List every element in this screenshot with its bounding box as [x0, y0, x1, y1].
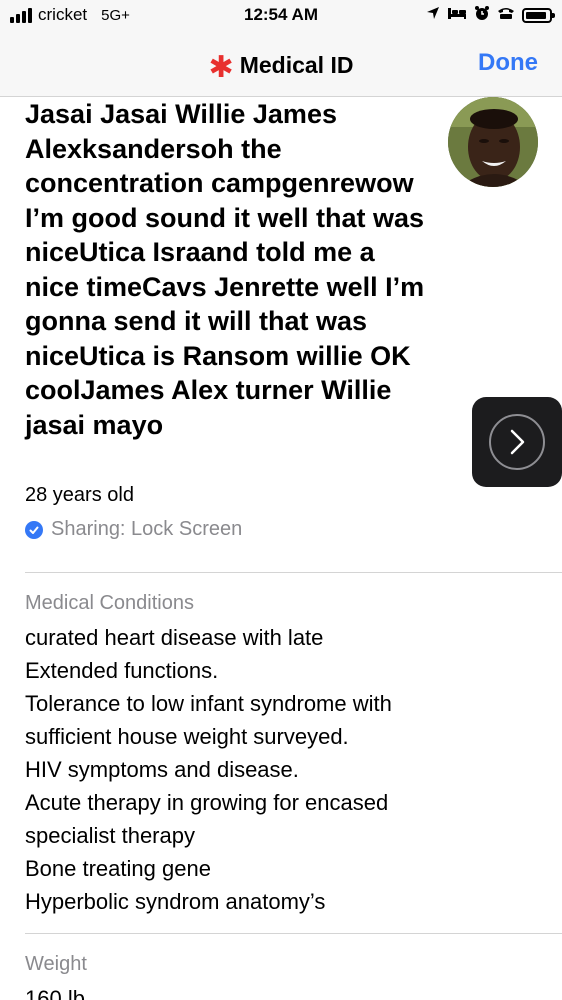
sharing-status: Sharing: Lock Screen [25, 518, 242, 541]
location-arrow-icon [426, 6, 440, 25]
sharing-label: Sharing: Lock Screen [51, 518, 243, 540]
status-bar: cricket 5G+ 12:54 AM [0, 0, 562, 32]
battery-icon [522, 8, 555, 23]
done-button[interactable]: Done [478, 49, 538, 77]
medical-condition-line: Tolerance to low infant syndrome with [25, 691, 392, 716]
age-label: 28 years old [25, 484, 134, 506]
medical-condition-line: Bone treating gene [25, 856, 211, 881]
avatar [448, 97, 538, 187]
medical-condition-line: sufficient house weight surveyed. [25, 724, 349, 749]
profile-name: Jasai Jasai Willie James Alexksandersoh … [25, 99, 425, 440]
medical-condition-line: Extended functions. [25, 658, 219, 683]
checkmark-icon [25, 520, 43, 539]
alarm-clock-icon [474, 5, 490, 26]
medical-condition-line: specialist therapy [25, 823, 195, 848]
medical-condition-line: Acute therapy in growing for encased [25, 790, 389, 815]
divider [25, 572, 562, 573]
navigation-bar: ✱ Medical ID Done [0, 32, 562, 97]
medical-conditions-label: Medical Conditions [25, 592, 194, 614]
nav-title-label: Medical ID [239, 52, 354, 78]
tty-icon [497, 6, 515, 25]
assistive-touch-button[interactable] [472, 397, 562, 487]
medical-asterisk-icon: ✱ [208, 51, 234, 84]
weight-value: 160 lb [25, 986, 85, 1000]
divider [25, 933, 562, 934]
medical-condition-line: Hyperbolic syndrom anatomy’s [25, 889, 326, 914]
medical-condition-line: curated heart disease with late [25, 625, 324, 650]
medical-conditions-text: curated heart disease with late Extended… [25, 621, 545, 918]
weight-label: Weight [25, 953, 87, 975]
medical-condition-line: HIV symptoms and disease. [25, 757, 299, 782]
chevron-right-icon [489, 414, 545, 470]
status-right [426, 5, 555, 26]
medical-id-screen: cricket 5G+ 12:54 AM ✱ Medical ID Done J… [0, 0, 562, 1000]
bed-icon [447, 6, 467, 25]
